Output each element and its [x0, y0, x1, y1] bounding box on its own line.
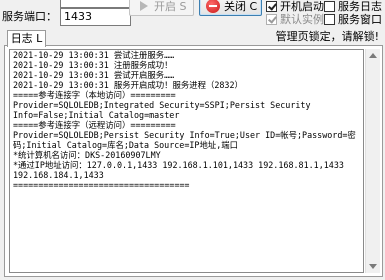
log-textarea[interactable]: 2021-10-29 13:00:31 尝试注册服务…… 2021-10-29 …	[9, 49, 364, 273]
log-line: Provider=SQLOLEDB;Persist Security Info=…	[13, 130, 356, 140]
scroll-down-arrow-icon[interactable]	[366, 259, 380, 273]
log-line: Info=False;Initial Catalog=master	[13, 110, 180, 120]
default-instance-check-icon	[266, 13, 277, 25]
log-line: 2021-10-29 13:00:31 尝试注册服务……	[13, 50, 175, 60]
service-window-check-icon	[324, 13, 335, 25]
log-line: =====参考连接字（远程访问）=========	[13, 120, 176, 130]
close-button[interactable]: 关闭 C	[199, 0, 262, 16]
log-line: ===================================	[13, 180, 190, 190]
log-line: *通过IP地址访问：127.0.0.1,1433 192.168.1.101,1…	[13, 160, 344, 170]
service-log-check-icon	[324, 0, 335, 12]
default-instance-label: 默认实例	[280, 13, 324, 26]
start-button[interactable]: 开启 S	[129, 0, 194, 16]
log-line: 2021-10-29 13:00:31 尝试开启服务……	[13, 70, 175, 80]
service-window-checkbox[interactable]: 服务窗口	[324, 12, 382, 26]
scroll-up-arrow-icon[interactable]	[366, 49, 380, 63]
start-button-label: 开启 S	[154, 0, 187, 13]
default-instance-checkbox: 默认实例	[266, 12, 324, 26]
autostart-check-icon	[266, 0, 277, 12]
close-button-label: 关闭 C	[224, 0, 258, 13]
stop-icon	[206, 0, 220, 13]
log-line: *统计算机名访问：DKS-20160907LMY	[13, 150, 161, 160]
log-panel: 2021-10-29 13:00:31 尝试注册服务…… 2021-10-29 …	[4, 45, 383, 277]
log-line: 192.168.184.1,1433	[13, 170, 104, 180]
log-line: 2021-10-29 13:00:31 注册服务成功！	[13, 60, 173, 70]
log-line: =====参考连接字（本地访问）=========	[13, 90, 176, 100]
log-scrollbar[interactable]	[365, 49, 380, 273]
tab-log[interactable]: 日志 L	[7, 30, 46, 47]
log-line: 2021-10-29 13:00:31 服务开启成功！服务进程（2832）	[13, 80, 243, 90]
log-line: Provider=SQLOLEDB;Integrated Security=SS…	[13, 100, 311, 110]
lock-notice: 管理页锁定，请解锁!	[275, 30, 379, 43]
top-field[interactable]	[60, 0, 130, 8]
play-icon	[140, 1, 148, 11]
port-input[interactable]: 1433	[60, 8, 131, 26]
service-window-label: 服务窗口	[338, 13, 382, 26]
log-line: 码;Initial Catalog=库名;Data Source=IP地址,端口	[13, 140, 239, 150]
port-label: 服务端口：	[2, 10, 57, 23]
